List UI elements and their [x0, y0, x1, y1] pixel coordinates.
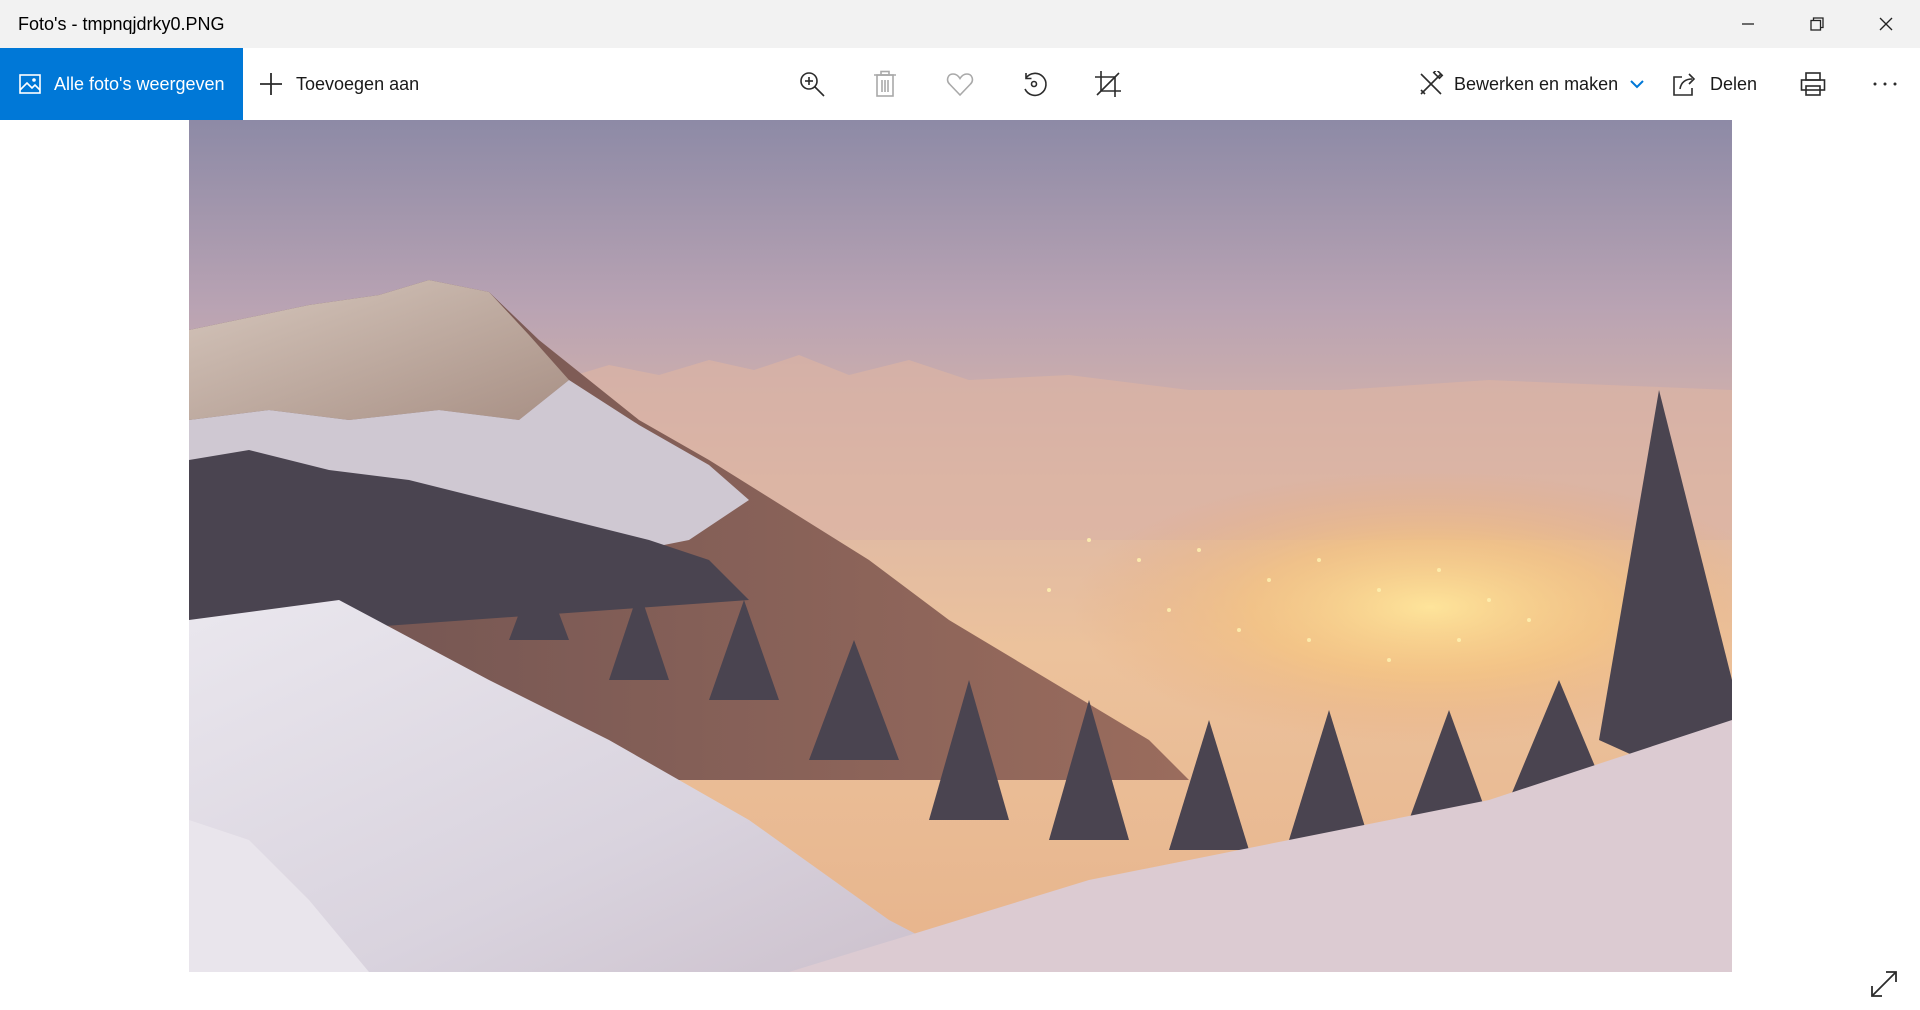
plus-icon: [260, 73, 282, 95]
minimize-button[interactable]: [1713, 0, 1782, 48]
share-icon: [1673, 73, 1696, 96]
heart-icon: [946, 73, 974, 97]
edit-create-button[interactable]: Bewerken en maken: [1418, 48, 1644, 120]
edit-create-label: Bewerken en maken: [1454, 73, 1619, 94]
photo-viewer[interactable]: [189, 120, 1732, 972]
share-label: Delen: [1710, 73, 1758, 94]
photo-image: [189, 120, 1732, 972]
crop-button[interactable]: [1081, 48, 1135, 120]
close-button[interactable]: [1851, 0, 1920, 48]
rotate-icon: [1024, 72, 1047, 97]
crop-icon: [1095, 71, 1121, 97]
window-title: Foto's - tmpnqjdrky0.PNG: [18, 14, 225, 34]
share-button[interactable]: Delen: [1672, 48, 1757, 120]
more-icon: [1873, 82, 1897, 86]
favorite-button[interactable]: [933, 48, 987, 120]
photo-icon: [19, 74, 41, 94]
restore-button[interactable]: [1782, 0, 1851, 48]
toolbar: Alle foto's weergeven Toevoegen aan Bewe…: [0, 48, 1920, 120]
zoom-in-icon: [800, 72, 825, 97]
delete-icon: [874, 70, 896, 97]
delete-button[interactable]: [858, 48, 912, 120]
print-button[interactable]: [1786, 48, 1840, 120]
title-bar: Foto's - tmpnqjdrky0.PNG: [0, 0, 1920, 48]
chevron-down-icon: [1630, 80, 1644, 89]
minimize-icon: [1741, 23, 1754, 25]
add-to-label: Toevoegen aan: [296, 73, 420, 94]
zoom-button[interactable]: [785, 48, 839, 120]
close-icon: [1879, 17, 1892, 31]
print-icon: [1800, 72, 1826, 96]
edit-create-icon: [1420, 71, 1444, 95]
all-photos-label: Alle foto's weergeven: [54, 73, 225, 94]
restore-icon: [1809, 17, 1824, 31]
add-to-button[interactable]: Toevoegen aan: [258, 48, 419, 120]
all-photos-button[interactable]: Alle foto's weergeven: [0, 48, 243, 120]
rotate-button[interactable]: [1007, 48, 1061, 120]
more-button[interactable]: [1858, 48, 1912, 120]
expand-icon: [1871, 971, 1897, 997]
fullscreen-button[interactable]: [1866, 966, 1902, 1002]
